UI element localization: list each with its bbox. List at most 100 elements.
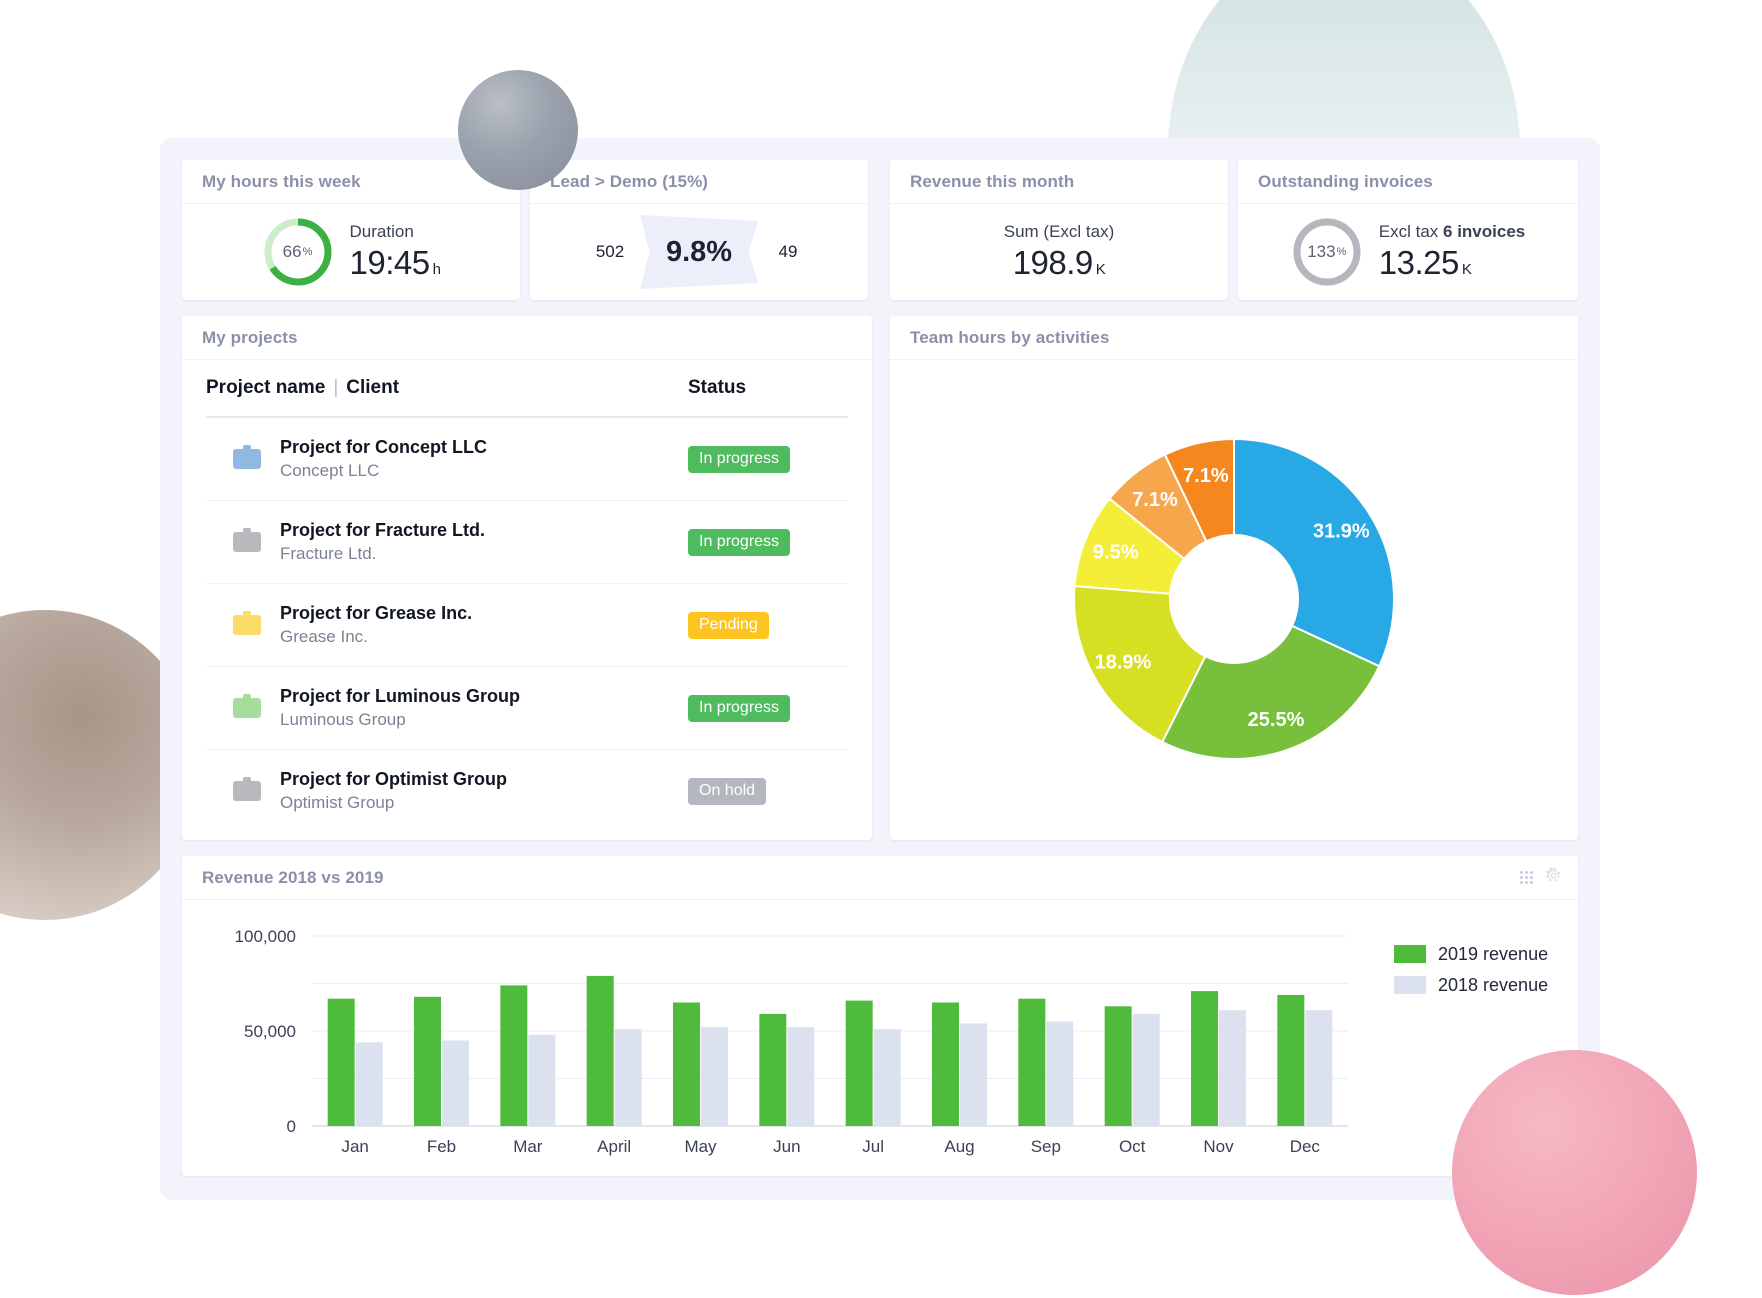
bar[interactable] (528, 1034, 556, 1126)
bar[interactable] (1191, 991, 1218, 1126)
hours-value: 19:45 h (349, 244, 441, 281)
bar[interactable] (701, 1027, 728, 1126)
bar[interactable] (327, 998, 355, 1126)
kpi-body: Sum (Excl tax) 198.9 K (890, 204, 1228, 300)
status-badge: In progress (688, 528, 791, 556)
project-client: Fracture Ltd. (280, 543, 377, 563)
x-axis-tick-label: April (597, 1137, 631, 1156)
card-tools (1520, 866, 1562, 889)
hours-sublabel: Duration (349, 222, 414, 241)
donut-chart[interactable]: 31.9% 25.5% 18.9% 9.5% 7.1%7.1% (1034, 399, 1434, 799)
card-title: Outstanding invoices (1258, 171, 1433, 191)
bar[interactable] (1132, 1013, 1160, 1126)
x-axis-tick-label: Jan (341, 1137, 368, 1156)
project-name: Project for Fracture Ltd. (280, 519, 486, 540)
briefcase-icon (232, 776, 262, 807)
card-header: Outstanding invoices (1238, 160, 1578, 204)
status-cell: Pending (688, 611, 848, 639)
dashboard-container: My hours this week 66% Duration 19:45h (160, 138, 1600, 1200)
kpi-card-my-hours[interactable]: My hours this week 66% Duration 19:45 h (182, 160, 520, 300)
revenue-sublabel: Sum (Excl tax) (1003, 222, 1115, 241)
bar[interactable] (873, 1029, 901, 1126)
x-axis-tick-label: Nov (1203, 1137, 1234, 1156)
bar[interactable] (614, 1029, 642, 1126)
column-header-name-client: Project name | Client (206, 377, 688, 399)
invoices-gauge: 133% (1291, 216, 1363, 288)
project-cell: Project for Optimist Group Optimist Group (206, 767, 688, 816)
x-axis-tick-label: Aug (944, 1137, 974, 1156)
legend-label: 2018 revenue (1438, 975, 1548, 995)
bar[interactable] (673, 1002, 700, 1127)
projects-table: Project name | Client Status Project for… (182, 360, 872, 833)
team-hours-card: Team hours by activities 31.9% 25.5% 18.9%… (890, 316, 1578, 840)
bar[interactable] (414, 996, 441, 1126)
hours-text: Duration 19:45 h (350, 222, 441, 282)
project-cell: Project for Luminous Group Luminous Group (206, 684, 688, 733)
column-header-separator: | (333, 377, 339, 398)
bar[interactable] (355, 1042, 383, 1126)
hours-gauge-label: 66% (282, 242, 313, 261)
kpi-card-outstanding-invoices[interactable]: Outstanding invoices 133% Excl tax 6 inv… (1238, 160, 1578, 300)
bar[interactable] (1104, 1006, 1132, 1126)
column-header-project-name: Project name (206, 377, 326, 398)
donut-segment-label: 25.5% (1248, 709, 1305, 731)
bar[interactable] (1305, 1010, 1333, 1126)
card-title: Team hours by activities (910, 327, 1110, 347)
invoices-value: 13.25 K (1378, 244, 1472, 281)
kpi-body: 133% Excl tax 6 invoices 13.25 K (1238, 204, 1578, 300)
status-cell: On hold (688, 778, 848, 805)
drag-handle-icon[interactable] (1520, 871, 1533, 884)
status-badge: Pending (688, 611, 769, 639)
x-axis-tick-label: Dec (1290, 1137, 1321, 1156)
x-axis-tick-label: Mar (513, 1137, 543, 1156)
revenue-bar-chart[interactable]: 0 50,000 100,000 Jan Feb Mar April May Jun Jul Aug… (202, 924, 1558, 1164)
project-text: Project for Grease Inc. Grease Inc. (280, 601, 472, 650)
funnel-center: 9.8% (640, 215, 758, 289)
card-title: My hours this week (202, 171, 361, 191)
kpi-card-revenue-this-month[interactable]: Revenue this month Sum (Excl tax) 198.9 K (890, 160, 1228, 300)
project-name: Project for Concept LLC (280, 436, 488, 457)
briefcase-icon (232, 693, 262, 724)
card-header: My hours this week (182, 160, 520, 204)
invoices-gauge-label: 133% (1307, 242, 1347, 261)
gear-icon[interactable] (1545, 866, 1562, 889)
funnel-metric: 502 9.8% 49 (548, 215, 850, 289)
table-row[interactable]: Project for Optimist Group Optimist Group… (206, 750, 848, 833)
legend-label: 2019 revenue (1438, 944, 1548, 964)
bar[interactable] (960, 1023, 987, 1126)
y-axis-tick-label: 0 (287, 1117, 296, 1136)
bar[interactable] (500, 985, 528, 1126)
revenue-text: Sum (Excl tax) 198.9 K (1004, 222, 1115, 282)
x-axis-tick-label: Feb (427, 1137, 456, 1156)
card-title: Revenue 2018 vs 2019 (202, 867, 384, 887)
bar-chart-wrapper: 0 50,000 100,000 Jan Feb Mar April May Jun Jul Aug… (182, 900, 1578, 1174)
bar[interactable] (787, 1027, 815, 1126)
bar[interactable] (1046, 1021, 1074, 1127)
card-header: Team hours by activities (890, 316, 1578, 360)
bar[interactable] (586, 975, 614, 1126)
card-header: Revenue 2018 vs 2019 (182, 856, 1578, 900)
table-row[interactable]: Project for Grease Inc. Grease Inc. Pendin… (206, 584, 848, 667)
briefcase-icon (232, 444, 262, 475)
donut-chart-wrapper: 31.9% 25.5% 18.9% 9.5% 7.1% 7.1% (890, 360, 1578, 838)
table-row[interactable]: Project for Concept LLC Concept LLC In pro… (206, 418, 848, 501)
column-header-client: Client (346, 377, 400, 398)
status-badge: On hold (688, 778, 767, 805)
status-badge: In progress (688, 445, 791, 473)
donut-segment[interactable] (1233, 437, 1395, 668)
table-row[interactable]: Project for Fracture Ltd. Fracture Ltd. In… (206, 501, 848, 584)
table-row[interactable]: Project for Luminous Group Luminous Group… (206, 667, 848, 750)
bar[interactable] (845, 1000, 873, 1126)
project-cell: Project for Fracture Ltd. Fracture Ltd. (206, 518, 688, 567)
status-badge: In progress (688, 694, 791, 722)
kpi-card-lead-demo[interactable]: Lead > Demo (15%) 502 9.8% 49 (530, 160, 868, 300)
bar[interactable] (1018, 998, 1046, 1126)
bar[interactable] (442, 1040, 469, 1127)
bar[interactable] (932, 1002, 959, 1127)
bar[interactable] (1277, 994, 1305, 1126)
project-text: Project for Fracture Ltd. Fracture Ltd. (280, 518, 485, 567)
project-client: Optimist Group (280, 793, 395, 813)
project-text: Project for Concept LLC Concept LLC (280, 435, 487, 484)
bar[interactable] (1219, 1010, 1246, 1126)
bar[interactable] (759, 1013, 787, 1126)
